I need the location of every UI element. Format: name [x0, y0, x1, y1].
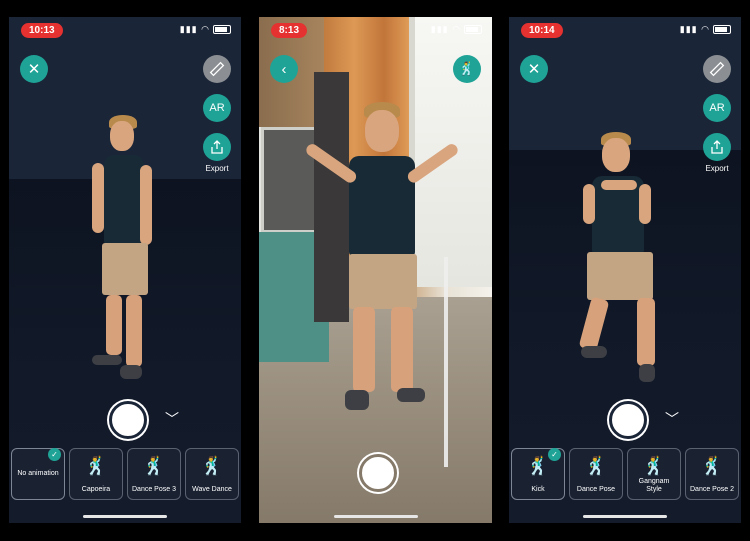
back-button[interactable]: ‹ — [270, 55, 298, 83]
ruler-icon — [709, 61, 725, 77]
3d-avatar[interactable] — [84, 115, 164, 385]
home-indicator — [583, 515, 667, 518]
capture-button[interactable] — [609, 401, 647, 439]
measure-button[interactable] — [203, 55, 231, 83]
ar-button[interactable]: AR — [203, 94, 231, 122]
status-icons: ▮▮▮ ◠ — [680, 24, 731, 35]
dancer-icon: 🕺 — [584, 456, 608, 476]
share-icon — [211, 140, 223, 154]
screen-model-viewer-2: 10:14 ▮▮▮ ◠ ✕ AR Export ﹀ ✓ 🕺 Kick 🕺 Dan… — [509, 17, 741, 523]
dancer-icon: 🕺 — [458, 61, 476, 76]
screen-model-viewer-1: 10:13 ▮▮▮ ◠ ✕ AR Export ﹀ ✓ No animation… — [9, 17, 241, 523]
ar-label: AR — [209, 102, 225, 114]
measure-button[interactable] — [703, 55, 731, 83]
status-time: 10:13 — [21, 23, 63, 38]
animation-option[interactable]: ✓ No animation — [11, 448, 65, 500]
close-icon: ✕ — [27, 61, 41, 78]
export-label: Export — [205, 164, 229, 173]
animation-label: Dance Pose 2 — [690, 486, 734, 493]
animation-option[interactable]: 🕺 Dance Pose 2 — [685, 448, 739, 500]
status-icons: ▮▮▮ ◠ — [180, 24, 231, 35]
close-icon: ✕ — [527, 61, 541, 78]
animate-button[interactable]: 🕺 — [453, 55, 481, 83]
animation-label: Kick — [531, 486, 545, 493]
battery-icon — [464, 25, 482, 35]
export-button[interactable] — [703, 133, 731, 161]
export-label: Export — [705, 164, 729, 173]
dancer-icon: 🕺 — [700, 456, 724, 476]
animation-option[interactable]: 🕺 Dance Pose 3 — [127, 448, 181, 500]
screen-ar-view: 8:13 ▮▮▮ ◠ ‹ 🕺 — [259, 17, 492, 523]
animation-tray: ✓ 🕺 Kick 🕺 Dance Pose 🕺 Gangnam Style 🕺 … — [511, 448, 739, 500]
animation-option[interactable]: 🕺 Wave Dance — [185, 448, 239, 500]
animation-option[interactable]: 🕺 Gangnam Style — [627, 448, 681, 500]
ar-label: AR — [709, 102, 725, 114]
close-button[interactable]: ✕ — [520, 55, 548, 83]
capture-button[interactable] — [109, 401, 147, 439]
animation-label: Wave Dance — [192, 486, 232, 493]
home-indicator — [83, 515, 167, 518]
ruler-icon — [209, 61, 225, 77]
checkmark-icon: ✓ — [548, 448, 561, 461]
dancer-icon: 🕺 — [142, 456, 166, 476]
home-indicator — [333, 515, 418, 518]
battery-icon — [213, 25, 231, 35]
export-button[interactable] — [203, 133, 231, 161]
close-button[interactable]: ✕ — [20, 55, 48, 83]
animation-label: Dance Pose — [576, 486, 616, 493]
dancer-icon: 🕺 — [84, 456, 108, 476]
capture-button[interactable] — [359, 454, 397, 492]
dancer-icon: 🕺 — [642, 456, 666, 476]
animation-label: Capoeira — [81, 486, 111, 493]
animation-label: Dance Pose 3 — [132, 486, 176, 493]
ar-button[interactable]: AR — [703, 94, 731, 122]
3d-avatar[interactable] — [287, 102, 467, 422]
animation-option[interactable]: ✓ 🕺 Kick — [511, 448, 565, 500]
animation-label: Gangnam Style — [638, 478, 670, 493]
chevron-down-icon[interactable]: ﹀ — [165, 409, 179, 429]
share-icon — [711, 140, 723, 154]
animation-label: No animation — [17, 470, 59, 477]
checkmark-icon: ✓ — [48, 448, 61, 461]
animation-option[interactable]: 🕺 Capoeira — [69, 448, 123, 500]
dancer-icon: 🕺 — [526, 456, 550, 476]
chevron-down-icon[interactable]: ﹀ — [665, 409, 679, 429]
status-time: 8:13 — [271, 23, 308, 38]
back-icon: ‹ — [281, 60, 287, 78]
battery-icon — [713, 25, 731, 35]
animation-tray: ✓ No animation 🕺 Capoeira 🕺 Dance Pose 3… — [11, 448, 239, 500]
3d-avatar[interactable] — [577, 132, 687, 402]
status-time: 10:14 — [521, 23, 563, 38]
status-icons: ▮▮▮ ◠ — [431, 24, 482, 35]
dancer-icon: 🕺 — [200, 456, 224, 476]
animation-option[interactable]: 🕺 Dance Pose — [569, 448, 623, 500]
